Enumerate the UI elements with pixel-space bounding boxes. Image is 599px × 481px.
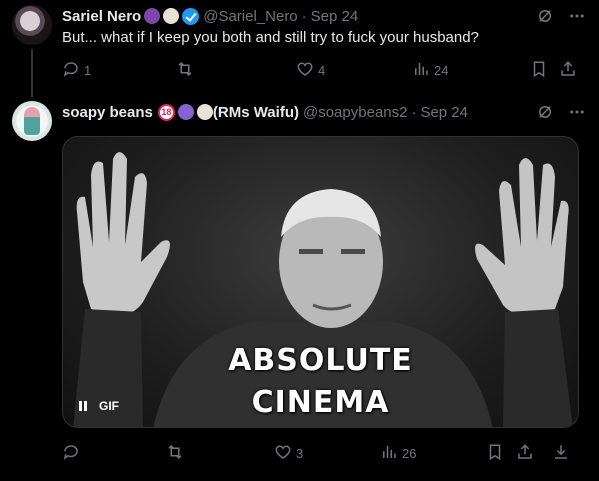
adult-badge-icon: 18 — [157, 103, 175, 121]
tweet2-name-suffix[interactable]: (RMs Waifu) — [213, 104, 299, 121]
gif-label: GIF — [99, 399, 119, 413]
tweet1-text: But... what if I keep you both and still… — [62, 29, 479, 46]
like-icon — [274, 443, 292, 464]
bookmark-button[interactable] — [486, 443, 504, 464]
coffee-emoji-icon — [196, 104, 213, 120]
tweet1-display-name[interactable]: Sariel Nero — [62, 8, 141, 25]
repost-icon — [166, 443, 184, 464]
grok-icon[interactable] — [536, 7, 554, 30]
reply-icon — [62, 443, 80, 464]
avatar-soapy-beans[interactable] — [12, 101, 52, 141]
gif-caption-line1: ABSOLUTE — [228, 343, 413, 378]
tweet1-action-bar: 1 4 24 — [62, 60, 579, 80]
repost-icon — [176, 60, 194, 81]
avatar-sariel-nero[interactable] — [12, 5, 52, 45]
download-icon — [552, 443, 570, 464]
repost-button[interactable] — [176, 60, 198, 81]
tweet2-action-bar: 3 26 — [62, 443, 579, 463]
pause-icon[interactable] — [79, 401, 87, 411]
tweet1-header: Sariel Nero @Sariel_Nero · Sep 24 — [62, 6, 358, 26]
bookmark-button[interactable] — [530, 60, 548, 81]
like-icon — [296, 60, 314, 81]
tweet1-handle[interactable]: @Sariel_Nero — [203, 8, 297, 25]
tweet1-top-actions — [536, 7, 586, 30]
share-button[interactable] — [516, 443, 534, 464]
views-icon — [412, 60, 430, 81]
reply-button[interactable]: 1 — [62, 60, 91, 81]
gif-media[interactable]: ABSOLUTE CINEMA GIF — [62, 136, 579, 428]
tweet2-date[interactable]: Sep 24 — [420, 104, 468, 121]
verified-badge-icon[interactable] — [182, 7, 200, 25]
gif-caption-line2: CINEMA — [251, 385, 390, 420]
like-count: 4 — [318, 63, 326, 78]
more-icon[interactable] — [568, 7, 586, 30]
grok-icon[interactable] — [536, 103, 554, 126]
tweet1-separator: · — [301, 7, 307, 25]
share-icon — [559, 60, 577, 81]
gif-controls: GIF — [79, 399, 119, 413]
views-count: 24 — [434, 63, 449, 78]
like-button[interactable]: 4 — [296, 60, 325, 81]
reply-count: 1 — [84, 63, 92, 78]
bookmark-icon — [530, 60, 548, 81]
bookmark-icon — [486, 443, 504, 464]
share-button[interactable] — [559, 60, 577, 81]
reply-button[interactable] — [62, 443, 84, 464]
views-button[interactable]: 24 — [412, 60, 448, 81]
thread-connector — [31, 49, 33, 97]
purple-demon-emoji-icon — [144, 8, 161, 24]
more-icon[interactable] — [568, 103, 586, 126]
like-count: 3 — [296, 446, 304, 461]
download-button[interactable] — [552, 443, 570, 464]
views-icon — [380, 443, 398, 464]
tweet2-top-actions — [536, 103, 586, 126]
tweet2-header: soapy beans 18 (RMs Waifu) @soapybeans2 … — [62, 102, 468, 122]
wing-emoji-icon — [163, 8, 180, 24]
views-count: 26 — [402, 446, 417, 461]
share-icon — [516, 443, 534, 464]
like-button[interactable]: 3 — [274, 443, 303, 464]
tweet2-separator: · — [411, 103, 417, 121]
reply-icon — [62, 60, 80, 81]
tweet1-date[interactable]: Sep 24 — [311, 8, 359, 25]
repost-button[interactable] — [166, 443, 188, 464]
tweet2-handle[interactable]: @soapybeans2 — [303, 104, 407, 121]
views-button[interactable]: 26 — [380, 443, 416, 464]
tweet2-display-name[interactable]: soapy beans — [62, 104, 153, 121]
octopus-emoji-icon — [177, 104, 194, 120]
